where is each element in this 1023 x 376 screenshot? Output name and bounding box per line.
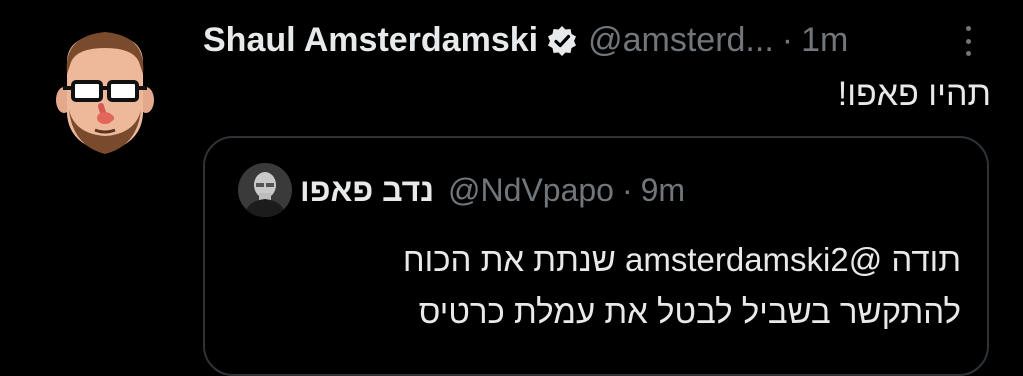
author-name[interactable]: Shaul Amsterdamski	[203, 18, 538, 62]
quoted-separator-dot: ·	[621, 172, 633, 208]
author-avatar[interactable]	[55, 22, 155, 162]
quoted-timestamp[interactable]: 9m	[641, 168, 685, 212]
quoted-tweet-text: תודה @amsterdamski2 שנתת את הכוח להתקשר …	[403, 234, 961, 338]
quoted-author-name[interactable]: נדב פאפו	[300, 168, 434, 212]
quoted-tweet-header: נדב פאפו @NdVpapo · 9m	[300, 168, 685, 212]
tweet-text: תהיו פאפו!	[837, 75, 991, 113]
quoted-author-avatar[interactable]	[238, 163, 292, 217]
tweet[interactable]: Shaul Amsterdamski @amsterd... · 1m תהיו…	[0, 0, 1023, 376]
cartoon-face-icon	[56, 32, 154, 154]
tweet-header: Shaul Amsterdamski @amsterd... · 1m	[203, 18, 848, 62]
separator-dot: ·	[781, 21, 794, 59]
more-vertical-icon[interactable]	[958, 26, 978, 56]
quoted-tweet[interactable]: נדב פאפו @NdVpapo · 9m תודה @amsterdamsk…	[203, 136, 989, 376]
verified-badge-icon	[546, 24, 578, 56]
quoted-text-line: להתקשר בשביל לבטל את עמלת כרטיס	[418, 293, 961, 330]
profile-photo-icon	[238, 163, 292, 217]
author-handle[interactable]: @amsterd...	[588, 18, 774, 62]
quoted-text-line: תודה @amsterdamski2 שנתת את הכוח	[402, 241, 961, 278]
quoted-author-handle[interactable]: @NdVpapo	[448, 168, 614, 212]
timestamp[interactable]: 1m	[801, 18, 848, 62]
